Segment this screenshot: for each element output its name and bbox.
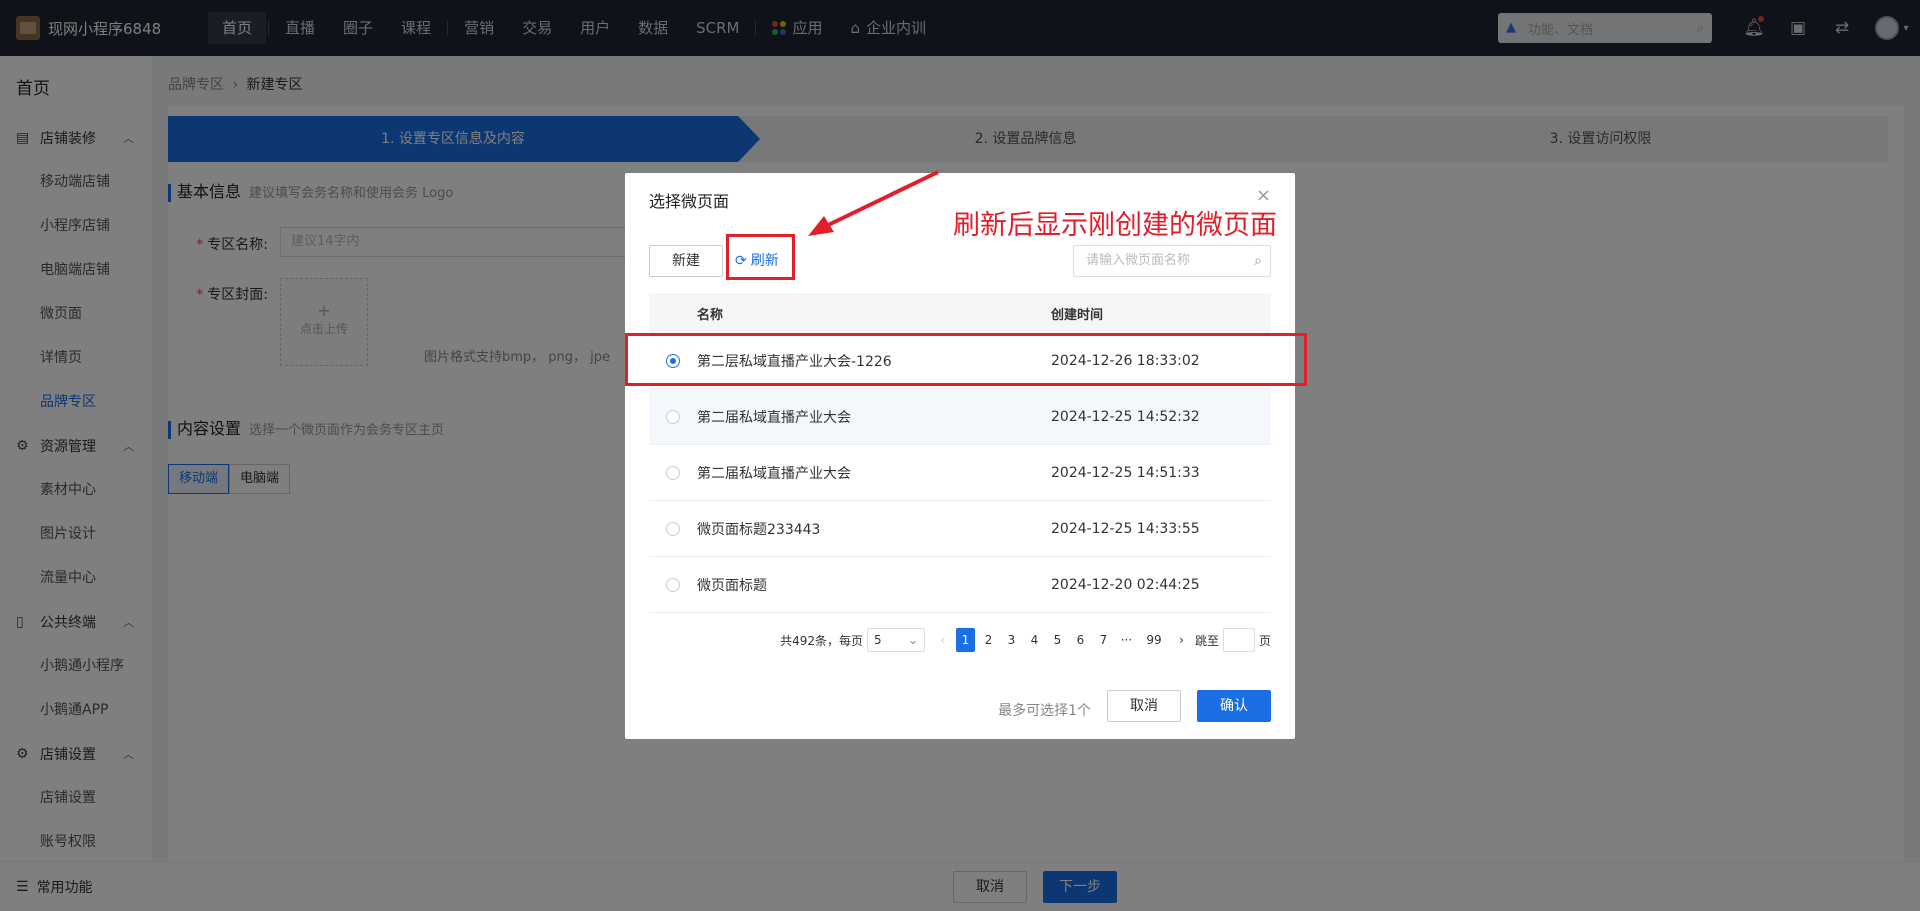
dialog-cancel-button[interactable]: 取消	[1107, 690, 1181, 722]
page-size-value: 5	[873, 633, 882, 647]
page-5[interactable]: 5	[1048, 628, 1067, 652]
next-page[interactable]: ›	[1172, 628, 1191, 652]
page-2[interactable]: 2	[979, 628, 998, 652]
row-radio[interactable]	[666, 577, 680, 592]
row-time: 2024-12-25 14:33:55	[1051, 520, 1200, 537]
jump-label: 跳至	[1194, 633, 1219, 648]
row-name: 第二届私域直播产业大会	[697, 409, 851, 426]
new-micropage-button[interactable]: 新建	[649, 245, 723, 277]
prev-page[interactable]: ‹	[933, 628, 952, 652]
row-time: 2024-12-25 14:52:32	[1051, 408, 1200, 425]
dialog-title: 选择微页面	[649, 192, 730, 211]
chevron-down-icon: ⌄	[907, 633, 918, 647]
page-3[interactable]: 3	[1002, 628, 1021, 652]
pagination: 共492条，每页 5 ⌄ ‹ 1 2 3 4 5 6 7 ··· 99 › 跳至 …	[780, 628, 1271, 652]
row-radio[interactable]	[666, 521, 680, 536]
dialog-confirm-button[interactable]: 确认	[1197, 690, 1271, 722]
table-row[interactable]: 微页面标题233443 2024-12-25 14:33:55	[649, 501, 1271, 557]
row-name: 第二届私域直播产业大会	[697, 465, 851, 482]
row-radio[interactable]	[666, 409, 680, 424]
row-radio[interactable]	[666, 465, 680, 480]
refresh-highlight-box	[726, 234, 795, 280]
page-6[interactable]: 6	[1071, 628, 1090, 652]
jump-page-input[interactable]	[1222, 628, 1255, 652]
table-row[interactable]: 第二届私域直播产业大会 2024-12-25 14:52:32	[649, 389, 1271, 445]
page-size-select[interactable]: 5 ⌄	[866, 628, 925, 652]
page-99[interactable]: 99	[1140, 628, 1168, 652]
row-name: 微页面标题233443	[697, 521, 821, 538]
micropage-search-input[interactable]: 请输入微页面名称 ⌕	[1073, 245, 1271, 277]
search-icon: ⌕	[1254, 253, 1262, 269]
row-name: 微页面标题	[697, 577, 767, 594]
selection-limit-hint: 最多可选择1个	[998, 703, 1091, 719]
table-row[interactable]: 微页面标题 2024-12-20 02:44:25	[649, 557, 1271, 613]
table-row[interactable]: 第二届私域直播产业大会 2024-12-25 14:51:33	[649, 445, 1271, 501]
table-header: 名称 创建时间	[649, 293, 1271, 333]
row-time: 2024-12-20 02:44:25	[1051, 576, 1200, 593]
page-4[interactable]: 4	[1025, 628, 1044, 652]
row-time: 2024-12-25 14:51:33	[1051, 464, 1200, 481]
annotation-arrow	[808, 170, 939, 236]
page-ellipsis[interactable]: ···	[1117, 628, 1136, 652]
jump-unit: 页	[1258, 633, 1271, 648]
page-7[interactable]: 7	[1094, 628, 1113, 652]
row-highlight-box	[625, 333, 1307, 386]
column-name: 名称	[697, 307, 724, 323]
micropage-search-placeholder: 请输入微页面名称	[1086, 253, 1191, 268]
total-count: 共492条，每页	[780, 633, 863, 648]
page-1[interactable]: 1	[955, 628, 975, 652]
column-created-time: 创建时间	[1051, 307, 1104, 323]
annotation-text: 刷新后显示刚创建的微页面	[953, 210, 1277, 241]
